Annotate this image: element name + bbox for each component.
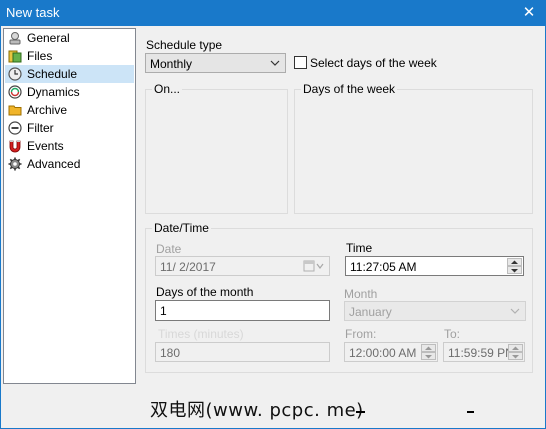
sidebar-item-archive[interactable]: Archive bbox=[5, 101, 134, 119]
spin-down-button[interactable] bbox=[421, 352, 436, 360]
days-of-month-value: 1 bbox=[160, 304, 167, 318]
spin-up-button[interactable] bbox=[508, 344, 523, 352]
spin-up-button[interactable] bbox=[421, 344, 436, 352]
date-value: 11/ 2/2017 bbox=[160, 260, 216, 274]
date-label: Date bbox=[156, 242, 182, 256]
sidebar-item-label: Archive bbox=[27, 103, 68, 117]
arrow-down-icon bbox=[511, 269, 518, 273]
chevron-down-icon bbox=[510, 308, 520, 314]
sidebar-item-events[interactable]: Events bbox=[5, 137, 134, 155]
days-of-week-group: Days of the week bbox=[294, 82, 533, 214]
general-icon bbox=[9, 32, 21, 45]
from-time-spinner[interactable] bbox=[421, 344, 436, 360]
times-minutes-label: Times (minutes) bbox=[158, 327, 244, 341]
time-label: Time bbox=[346, 241, 373, 255]
month-label: Month bbox=[344, 287, 378, 301]
schedule-type-value: Monthly bbox=[150, 57, 193, 71]
time-value: 11:27:05 AM bbox=[350, 260, 417, 274]
sidebar-item-label: Schedule bbox=[27, 67, 78, 81]
window-border-left bbox=[0, 26, 1, 429]
time-spinner[interactable] bbox=[507, 258, 522, 274]
date-picker[interactable]: 11/ 2/2017 bbox=[155, 256, 330, 276]
sidebar-item-filter[interactable]: Filter bbox=[5, 119, 134, 137]
dynamics-icon bbox=[8, 85, 22, 99]
gear-icon bbox=[8, 157, 22, 171]
schedule-panel: Schedule type Monthly Select days of the… bbox=[137, 28, 543, 384]
archive-icon bbox=[8, 105, 22, 116]
to-label: To: bbox=[444, 327, 461, 341]
times-minutes-value: 180 bbox=[160, 346, 181, 360]
month-value: January bbox=[349, 305, 392, 319]
calendar-dropdown-icon bbox=[303, 260, 324, 272]
sidebar-item-general[interactable]: General bbox=[5, 29, 134, 47]
from-label: From: bbox=[345, 327, 377, 341]
sidebar-item-schedule[interactable]: Schedule bbox=[5, 65, 134, 83]
filter-icon bbox=[8, 121, 22, 135]
sidebar-item-label: Filter bbox=[27, 121, 54, 135]
to-time-input[interactable]: 11:59:59 PN bbox=[443, 342, 525, 362]
sidebar-item-label: Dynamics bbox=[27, 85, 80, 99]
sidebar-item-advanced[interactable]: Advanced bbox=[5, 155, 134, 173]
schedule-type-select[interactable]: Monthly bbox=[145, 53, 286, 73]
on-group: On... bbox=[145, 82, 288, 214]
sidebar: General Files Schedule Dynamics Archive bbox=[3, 28, 136, 384]
sidebar-item-label: Advanced bbox=[27, 157, 81, 171]
title-bar: New task ✕ bbox=[0, 0, 546, 26]
sidebar-item-label: Events bbox=[27, 139, 64, 153]
magnet-icon bbox=[9, 140, 21, 153]
spin-down-button[interactable] bbox=[508, 352, 523, 360]
select-days-label: Select days of the week bbox=[310, 56, 437, 70]
select-days-checkbox[interactable] bbox=[294, 56, 307, 69]
arrow-up-icon bbox=[512, 346, 519, 350]
time-input[interactable]: 11:27:05 AM bbox=[345, 256, 524, 276]
arrow-down-icon bbox=[425, 355, 432, 359]
days-of-week-group-label: Days of the week bbox=[301, 82, 398, 96]
times-minutes-input[interactable]: 180 bbox=[155, 342, 330, 362]
chevron-down-icon bbox=[270, 60, 280, 66]
arrow-up-icon bbox=[511, 260, 518, 264]
sidebar-item-dynamics[interactable]: Dynamics bbox=[5, 83, 134, 101]
to-time-spinner[interactable] bbox=[508, 344, 523, 360]
clock-icon bbox=[8, 67, 22, 81]
files-icon bbox=[8, 50, 22, 63]
month-select[interactable]: January bbox=[344, 301, 526, 321]
arrow-up-icon bbox=[425, 346, 432, 350]
sidebar-item-files[interactable]: Files bbox=[5, 47, 134, 65]
sidebar-item-label: Files bbox=[27, 49, 53, 63]
arrow-down-icon bbox=[512, 355, 519, 359]
days-of-month-label: Days of the month bbox=[156, 285, 254, 299]
watermark-underline bbox=[356, 411, 365, 413]
spin-up-button[interactable] bbox=[507, 258, 522, 266]
watermark-underline bbox=[467, 411, 474, 413]
to-time-value: 11:59:59 PN bbox=[448, 346, 514, 360]
spin-down-button[interactable] bbox=[507, 266, 522, 274]
watermark-text: 双电网(www. pcpc. me) bbox=[150, 400, 364, 421]
datetime-group-label: Date/Time bbox=[152, 221, 211, 235]
from-time-input[interactable]: 12:00:00 AM bbox=[344, 342, 438, 362]
from-time-value: 12:00:00 AM bbox=[349, 346, 417, 360]
window-title: New task bbox=[6, 5, 60, 20]
days-of-month-input[interactable]: 1 bbox=[155, 300, 330, 321]
sidebar-item-label: General bbox=[27, 31, 70, 45]
schedule-type-label: Schedule type bbox=[146, 38, 223, 52]
on-group-label: On... bbox=[152, 82, 183, 96]
close-icon[interactable]: ✕ bbox=[512, 0, 546, 26]
